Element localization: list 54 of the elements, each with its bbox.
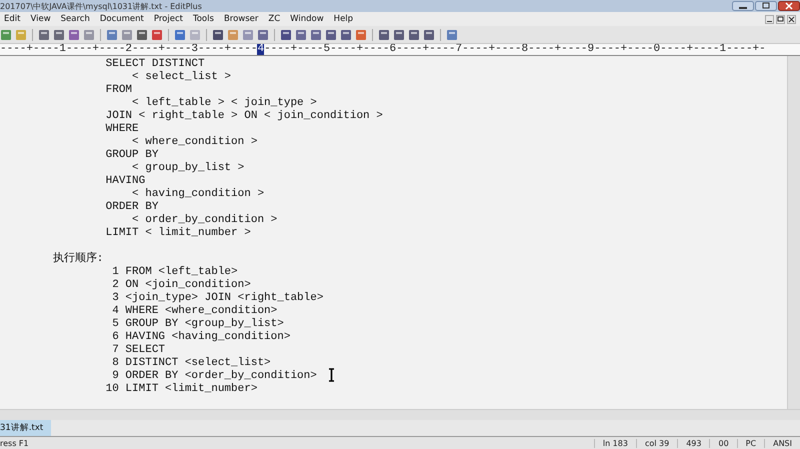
window-title: 201707\中软JAVA课件\mysql\1031讲解.txt - EditPlus [0,0,202,12]
code-line: SELECT DISTINCT [104,58,205,71]
code-line: 9 ORDER BY <order_by_condition> [111,370,317,383]
code-line: 6 HAVING <having_condition> [111,331,290,344]
status-field: 00 [709,438,737,448]
code-line: GROUP BY [104,149,158,162]
menu-item[interactable]: ZC [264,14,284,24]
menu-item[interactable]: Edit [0,14,24,24]
horizontal-scrollbar[interactable] [0,409,800,420]
section-heading: 执行顺序: [52,253,104,266]
code-line: 7 SELECT [111,344,166,357]
code-line: 3 <join_type> JOIN <right_table> [111,292,324,305]
code-line: < order_by_condition > [131,214,278,227]
code-line: LIMIT < limit_number > [104,227,251,240]
menu-item[interactable]: Help [330,14,358,24]
file-tab[interactable]: 31讲解.txt [0,420,52,436]
menu-item[interactable]: View [26,14,55,24]
menu-item[interactable]: Project [150,14,187,24]
code-line: < having_condition > [131,188,264,201]
menu-item[interactable]: Browser [220,14,262,24]
menu-item[interactable]: Search [56,14,94,24]
code-line: FROM [104,84,132,97]
code-line: JOIN < right_table > ON < join_condition > [104,110,383,123]
menu-item[interactable]: Document [96,14,148,24]
code-line: HAVING [104,175,146,188]
restore-icon[interactable] [776,14,785,24]
status-field: ln 183 [594,438,636,448]
menu-item[interactable]: Tools [188,14,218,24]
minimize-icon[interactable] [732,1,754,11]
code-line: 4 WHERE <where_condition> [111,305,278,318]
code-line: 2 ON <join_condition> [111,279,251,292]
code-line: < left_table > < join_type > [131,97,317,110]
status-hint: ress F1 [0,438,30,448]
status-field: ANSI [764,438,800,448]
code-line: 10 LIMIT <limit_number> [104,383,258,396]
code-line: < group_by_list > [131,162,244,175]
code-line: 1 FROM <left_table> [111,266,238,279]
code-line: < select_list > [132,71,232,84]
ruler: ----+----1----+----2----+----3----+----4----+----5----+----6----+----7----+----8----+----9----+----0----+----1----+- [0,44,800,56]
close-icon[interactable] [778,1,800,11]
code-line: < where_condition > [131,136,258,149]
status-field: 493 [677,438,710,448]
code-line: 5 GROUP BY <group_by_list> [111,318,284,331]
close-icon[interactable] [787,14,796,24]
menu-item[interactable]: Window [286,14,328,24]
text-cursor-icon [328,368,335,382]
status-field: PC [736,438,764,448]
vertical-scrollbar[interactable] [787,56,800,409]
code-line: ORDER BY [104,201,158,214]
minimize-icon[interactable] [765,14,774,24]
restore-icon[interactable] [755,1,777,11]
code-line: 8 DISTINCT <select_list> [111,357,271,370]
status-field: col 39 [636,438,678,448]
code-line: WHERE [104,123,139,136]
